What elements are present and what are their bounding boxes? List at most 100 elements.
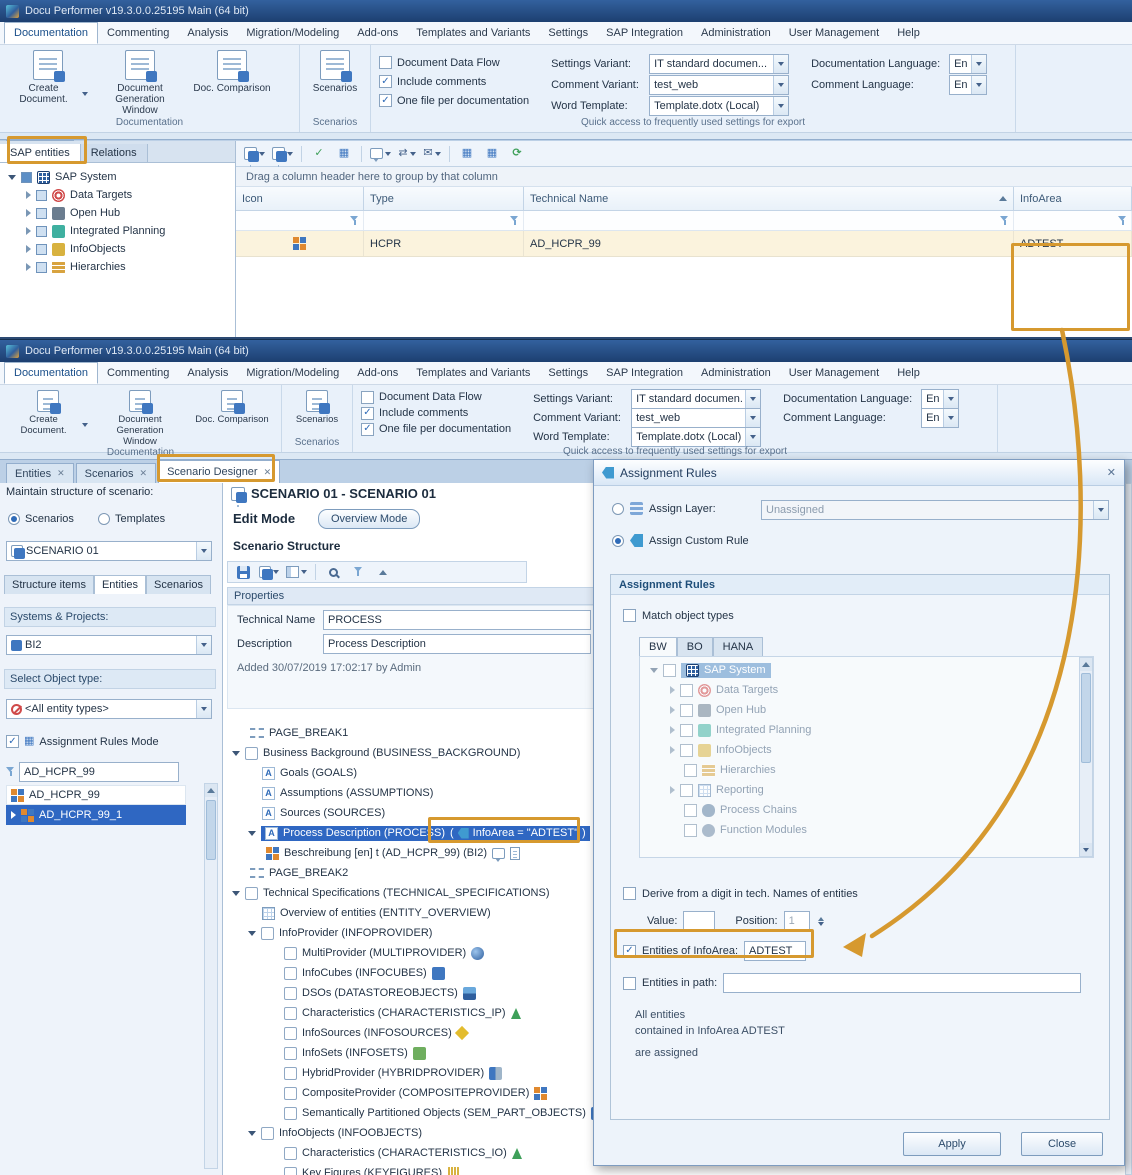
entity-list-item[interactable]: AD_HCPR_99 xyxy=(6,785,186,805)
struct-node-assumptions[interactable]: AAssumptions (ASSUMPTIONS) xyxy=(262,783,433,803)
position-spinner[interactable] xyxy=(818,917,824,926)
menu-tab-migration[interactable]: Migration/Modeling xyxy=(237,22,348,44)
doc-tab-scenarios[interactable]: Scenarios✕ xyxy=(76,463,156,483)
menu-tab-documentation[interactable]: Documentation xyxy=(4,362,98,384)
expander-closed-icon[interactable] xyxy=(670,746,675,754)
close-button[interactable]: Close xyxy=(1021,1132,1103,1156)
transfer-button[interactable]: ⇄ xyxy=(396,144,418,164)
description-input[interactable] xyxy=(323,634,591,654)
include-comments-checkbox[interactable]: ✓Include comments xyxy=(361,405,511,421)
comment-language-combo[interactable]: En xyxy=(949,75,987,95)
struct-node-infosets[interactable]: InfoSets (INFOSETS) xyxy=(284,1043,426,1063)
struct-node-technical-specifications[interactable]: Technical Specifications (TECHNICAL_SPEC… xyxy=(232,883,550,903)
radio-scenarios[interactable]: Scenarios xyxy=(8,513,74,525)
expander-closed-icon[interactable] xyxy=(26,227,31,235)
menu-tab-documentation[interactable]: Documentation xyxy=(4,22,98,44)
struct-node-goals[interactable]: AGoals (GOALS) xyxy=(262,763,357,783)
export-button[interactable] xyxy=(257,562,281,582)
scenarios-button[interactable]: Scenarios xyxy=(290,390,344,425)
layer-combo[interactable]: Unassigned xyxy=(761,500,1109,520)
scenario-select-combo[interactable]: SCENARIO 01 xyxy=(6,541,212,561)
menu-tab-analysis[interactable]: Analysis xyxy=(178,362,237,384)
menu-tab-commenting[interactable]: Commenting xyxy=(98,22,178,44)
overview-mode-button[interactable]: Overview Mode xyxy=(318,509,420,529)
struct-node-infoobjects[interactable]: InfoObjects (INFOOBJECTS) xyxy=(248,1123,422,1143)
technical-name-input[interactable] xyxy=(323,610,591,630)
tree-node-open-hub[interactable]: Open Hub xyxy=(26,204,120,222)
scenarios-button[interactable]: Scenarios xyxy=(308,50,362,94)
dialog-tree-scrollbar[interactable] xyxy=(1079,657,1093,857)
expander-closed-icon[interactable] xyxy=(26,191,31,199)
group-by-hint[interactable]: Drag a column header here to group by th… xyxy=(236,167,1132,187)
save-button[interactable] xyxy=(232,562,254,582)
send-mail-button[interactable]: ✉ xyxy=(421,144,443,164)
tree-node-hierarchies[interactable]: Hierarchies xyxy=(26,258,126,276)
struct-node-hybridprovider[interactable]: HybridProvider (HYBRIDPROVIDER) xyxy=(284,1063,502,1083)
grid-data-row[interactable]: HCPR AD_HCPR_99 ADTEST xyxy=(236,231,1132,257)
scroll-thumb[interactable] xyxy=(206,800,216,860)
tree-checkbox[interactable] xyxy=(684,804,697,817)
menu-tab-administration[interactable]: Administration xyxy=(692,362,780,384)
menu-tab-sap-integration[interactable]: SAP Integration xyxy=(597,22,692,44)
comments-button[interactable] xyxy=(368,144,393,164)
infoarea-input[interactable] xyxy=(744,941,806,961)
doc-comparison-button[interactable]: Doc. Comparison xyxy=(192,50,272,94)
menu-tab-templates[interactable]: Templates and Variants xyxy=(407,22,539,44)
tree-node-sap-system[interactable]: SAP System xyxy=(8,168,117,186)
filter-cell-icon[interactable] xyxy=(236,211,364,230)
dtree-node-hierarchies[interactable]: Hierarchies xyxy=(684,760,776,780)
struct-node-infocubes[interactable]: InfoCubes (INFOCUBES) xyxy=(284,963,445,983)
filter-structure-button[interactable] xyxy=(347,562,369,582)
position-input[interactable] xyxy=(784,911,810,931)
struct-node-keyfigures[interactable]: Key Figures (KEYFIGURES) xyxy=(284,1163,460,1175)
scroll-up-icon[interactable] xyxy=(205,784,217,797)
menu-tab-commenting[interactable]: Commenting xyxy=(98,362,178,384)
struct-node-characteristics-io[interactable]: Characteristics (CHARACTERISTICS_IO) xyxy=(284,1143,522,1163)
apply-button[interactable]: Apply xyxy=(903,1132,1001,1156)
expander-open-icon[interactable] xyxy=(248,931,256,936)
comment-language-combo[interactable]: En xyxy=(921,408,959,428)
spin-down-icon[interactable] xyxy=(818,922,824,926)
tab-entities[interactable]: Entities xyxy=(94,575,146,594)
tree-checkbox[interactable] xyxy=(36,262,47,273)
radio-templates[interactable]: Templates xyxy=(98,513,165,525)
refresh-button[interactable]: ⟳ xyxy=(506,144,528,164)
tree-checkbox[interactable] xyxy=(663,664,676,677)
word-template-combo[interactable]: Template.dotx (Local) xyxy=(631,427,761,447)
struct-node-infosources[interactable]: InfoSources (INFOSOURCES) xyxy=(284,1023,467,1043)
menu-tab-user-management[interactable]: User Management xyxy=(780,22,889,44)
menu-tab-sap-integration[interactable]: SAP Integration xyxy=(597,362,692,384)
struct-node-business-background[interactable]: Business Background (BUSINESS_BACKGROUND… xyxy=(232,743,520,763)
settings-variant-combo[interactable]: IT standard documen... xyxy=(649,54,789,74)
menu-tab-migration[interactable]: Migration/Modeling xyxy=(237,362,348,384)
column-header-type[interactable]: Type xyxy=(364,187,524,211)
copy-structure-button[interactable] xyxy=(284,562,309,582)
systems-projects-combo[interactable]: BI2 xyxy=(6,635,212,655)
copy-table-button[interactable]: ▦ xyxy=(456,144,478,164)
struct-node-infoprovider[interactable]: InfoProvider (INFOPROVIDER) xyxy=(248,923,432,943)
tree-checkbox[interactable] xyxy=(680,684,693,697)
include-comments-checkbox[interactable]: ✓Include comments xyxy=(379,72,529,91)
struct-node-process-description[interactable]: A Process Description (PROCESS) ( InfoAr… xyxy=(248,823,590,843)
zoom-button[interactable] xyxy=(322,562,344,582)
scroll-thumb[interactable] xyxy=(1081,673,1091,763)
entity-list-item-selected[interactable]: AD_HCPR_99_1 xyxy=(6,805,186,825)
export-document-button[interactable] xyxy=(270,144,295,164)
tree-node-infoobjects[interactable]: InfoObjects xyxy=(26,240,126,258)
object-type-combo[interactable]: <All entity types> xyxy=(6,699,212,719)
menu-tab-administration[interactable]: Administration xyxy=(692,22,780,44)
expander-open-icon[interactable] xyxy=(248,1131,256,1136)
struct-node-page-break2[interactable]: PAGE_BREAK2 xyxy=(250,863,348,883)
tree-checkbox[interactable] xyxy=(680,724,693,737)
menu-tab-settings[interactable]: Settings xyxy=(539,22,597,44)
comment-variant-combo[interactable]: test_web xyxy=(631,408,761,428)
expander-open-icon[interactable] xyxy=(232,891,240,896)
dtree-node-open-hub[interactable]: Open Hub xyxy=(670,700,766,720)
dialog-close-icon[interactable]: ✕ xyxy=(1107,466,1116,479)
tree-checkbox[interactable] xyxy=(21,172,32,183)
menu-tab-addons[interactable]: Add-ons xyxy=(348,22,407,44)
match-object-types-checkbox[interactable]: Match object types xyxy=(623,609,734,622)
expander-closed-icon[interactable] xyxy=(26,263,31,271)
create-document-button[interactable]: Create Document. xyxy=(8,50,88,105)
tree-checkbox[interactable] xyxy=(680,784,693,797)
